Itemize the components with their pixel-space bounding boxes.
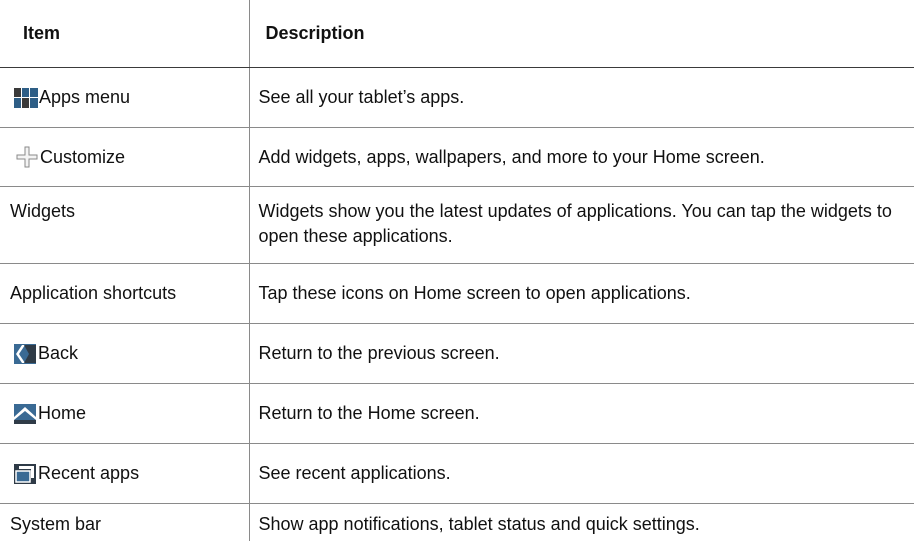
header-item: Item bbox=[0, 0, 249, 68]
table-row: System bar Show app notifications, table… bbox=[0, 503, 914, 541]
item-cell: Apps menu bbox=[0, 67, 249, 128]
item-cell: Home bbox=[0, 383, 249, 444]
item-cell: Application shortcuts bbox=[0, 263, 249, 324]
recent-apps-icon bbox=[13, 462, 37, 486]
description-cell: Tap these icons on Home screen to open a… bbox=[248, 263, 914, 324]
table-header-row: Item Description bbox=[0, 0, 914, 68]
table-row: Widgets Widgets show you the latest upda… bbox=[0, 186, 914, 264]
item-cell: System bar bbox=[0, 504, 249, 541]
item-cell: Recent apps bbox=[0, 443, 249, 504]
table-row: Recent apps See recent applications. bbox=[0, 443, 914, 504]
item-label: Home bbox=[38, 403, 87, 423]
description-cell: See recent applications. bbox=[248, 443, 914, 504]
item-label: Widgets bbox=[10, 201, 76, 221]
table-row: Customize Add widgets, apps, wallpapers,… bbox=[0, 127, 914, 187]
item-cell: Back bbox=[0, 323, 249, 384]
item-label: Customize bbox=[40, 146, 126, 167]
item-label: Apps menu bbox=[39, 87, 131, 107]
description-cell: Return to the Home screen. bbox=[248, 383, 914, 444]
items-table: Item Description Apps menu See all your … bbox=[0, 0, 914, 541]
description-cell: Show app notifications, tablet status an… bbox=[248, 503, 914, 541]
description-cell: Add widgets, apps, wallpapers, and more … bbox=[248, 127, 914, 187]
header-description: Description bbox=[248, 0, 914, 68]
item-label: Back bbox=[38, 343, 79, 363]
table-row: Apps menu See all your tablet’s apps. bbox=[0, 67, 914, 128]
description-cell: Widgets show you the latest updates of a… bbox=[248, 186, 914, 264]
table-row: Home Return to the Home screen. bbox=[0, 383, 914, 444]
apps-grid-icon bbox=[14, 86, 38, 110]
column-divider bbox=[249, 506, 250, 521]
home-icon bbox=[13, 402, 37, 426]
plus-icon bbox=[15, 145, 39, 169]
table-row: Back Return to the previous screen. bbox=[0, 323, 914, 384]
description-cell: See all your tablet’s apps. bbox=[248, 67, 914, 128]
description-cell: Return to the previous screen. bbox=[248, 323, 914, 384]
item-label: Recent apps bbox=[38, 463, 140, 483]
back-arrow-icon bbox=[13, 342, 37, 366]
item-label: System bar bbox=[10, 514, 102, 534]
item-cell: Customize bbox=[0, 127, 249, 187]
item-cell: Widgets bbox=[0, 186, 249, 264]
table-row: Application shortcuts Tap these icons on… bbox=[0, 263, 914, 324]
item-label: Application shortcuts bbox=[10, 283, 177, 303]
